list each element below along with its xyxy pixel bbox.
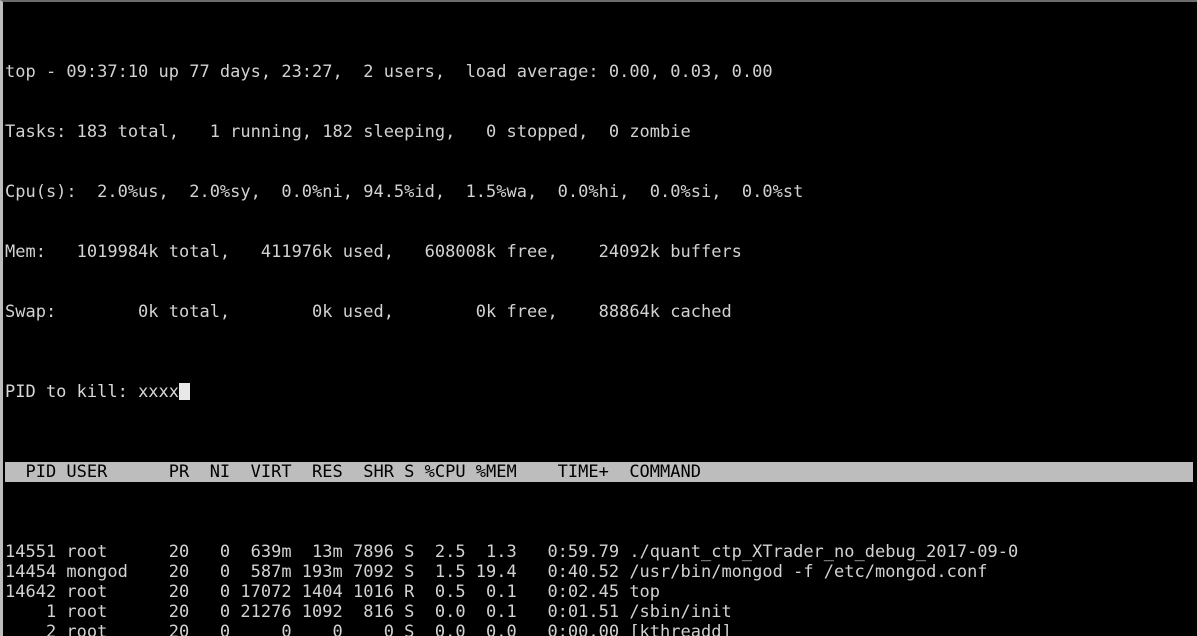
terminal-window[interactable]: top - 09:37:10 up 77 days, 23:27, 2 user… (0, 0, 1197, 636)
text-cursor (179, 383, 191, 400)
pid-to-kill-label: PID to kill: (5, 382, 139, 402)
top-swap-line: Swap: 0k total, 0k used, 0k free, 88864k… (5, 302, 732, 322)
table-row[interactable]: 14551 root 20 0 639m 13m 7896 S 2.5 1.3 … (5, 542, 1197, 562)
pid-to-kill-input[interactable]: xxxx (138, 382, 179, 402)
top-mem-line: Mem: 1019984k total, 411976k used, 60800… (5, 242, 742, 262)
table-row[interactable]: 14642 root 20 0 17072 1404 1016 R 0.5 0.… (5, 582, 1197, 602)
process-table-body[interactable]: 14551 root 20 0 639m 13m 7896 S 2.5 1.3 … (5, 542, 1197, 636)
terminal-screen[interactable]: top - 09:37:10 up 77 days, 23:27, 2 user… (3, 2, 1197, 636)
top-tasks-line: Tasks: 183 total, 1 running, 182 sleepin… (5, 122, 691, 142)
table-row[interactable]: 2 root 20 0 0 0 0 S 0.0 0.0 0:00.00 [kth… (5, 622, 1197, 636)
top-uptime-line: top - 09:37:10 up 77 days, 23:27, 2 user… (5, 62, 773, 82)
table-row[interactable]: 1 root 20 0 21276 1092 816 S 0.0 0.1 0:0… (5, 602, 1197, 622)
top-cpu-line: Cpu(s): 2.0%us, 2.0%sy, 0.0%ni, 94.5%id,… (5, 182, 804, 202)
table-row[interactable]: 14454 mongod 20 0 587m 193m 7092 S 1.5 1… (5, 562, 1197, 582)
pid-to-kill-prompt[interactable]: PID to kill: xxxx (5, 382, 1197, 402)
process-table-header: PID USER PR NI VIRT RES SHR S %CPU %MEM … (5, 462, 1193, 482)
